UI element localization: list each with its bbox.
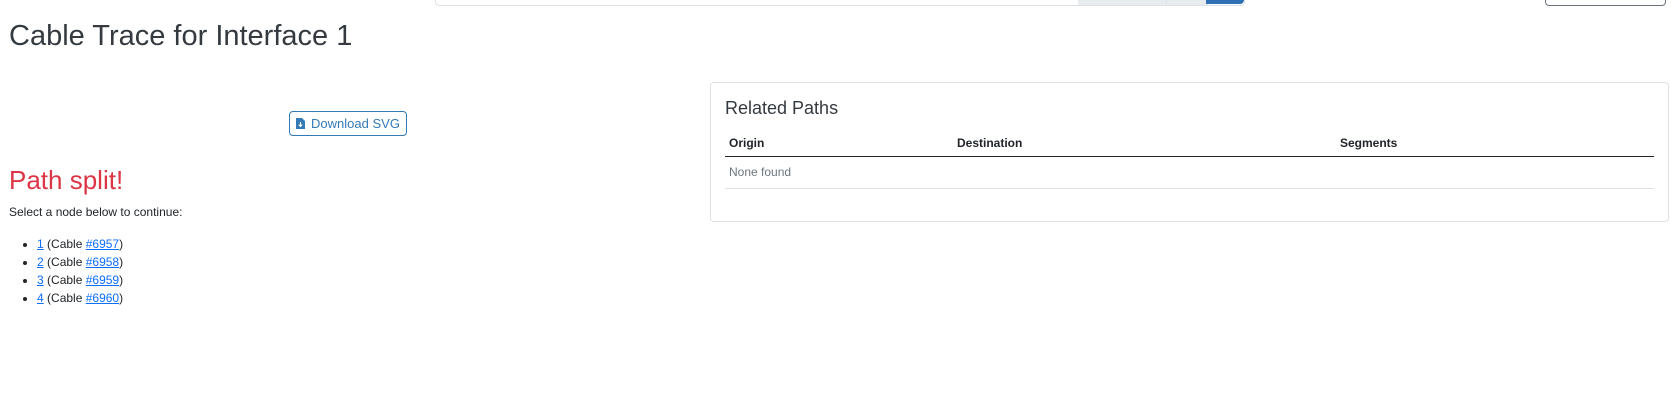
cable-link[interactable]: #6959 — [86, 273, 119, 287]
table-header-row: Origin Destination Segments — [725, 123, 1654, 157]
node-link[interactable]: 2 — [37, 255, 44, 269]
node-link[interactable]: 1 — [37, 237, 44, 251]
list-item: 4 (Cable #6960) — [37, 289, 123, 307]
column-header-segments: Segments — [1336, 123, 1654, 157]
cable-prefix: (Cable — [47, 255, 86, 269]
node-list: 1 (Cable #6957) 2 (Cable #6958) 3 (Cable… — [0, 235, 123, 307]
search-options-button[interactable] — [1166, 0, 1208, 6]
download-svg-button[interactable]: Download SVG — [289, 111, 407, 136]
page-title: Cable Trace for Interface 1 — [9, 20, 353, 52]
related-paths-table: Origin Destination Segments None found — [725, 123, 1654, 189]
list-item: 1 (Cable #6957) — [37, 235, 123, 253]
cable-link[interactable]: #6960 — [86, 291, 119, 305]
node-link[interactable]: 3 — [37, 273, 44, 287]
cable-link[interactable]: #6958 — [86, 255, 119, 269]
related-paths-panel: Related Paths Origin Destination Segment… — [710, 82, 1669, 222]
cable-suffix: ) — [119, 237, 124, 251]
download-svg-label: Download SVG — [311, 116, 400, 131]
path-split-heading: Path split! — [9, 165, 124, 195]
cable-prefix: (Cable — [47, 237, 86, 251]
user-menu-button[interactable] — [1545, 0, 1666, 6]
search-scope-button[interactable] — [1078, 0, 1166, 6]
cable-prefix: (Cable — [47, 273, 86, 287]
cable-suffix: ) — [119, 291, 124, 305]
cable-suffix: ) — [119, 273, 124, 287]
cable-suffix: ) — [119, 255, 124, 269]
list-item: 2 (Cable #6958) — [37, 253, 123, 271]
path-split-instruction: Select a node below to continue: — [9, 205, 183, 219]
cable-prefix: (Cable — [47, 291, 86, 305]
search-submit-button[interactable] — [1206, 0, 1244, 4]
column-header-origin: Origin — [725, 123, 953, 157]
empty-state-text: None found — [725, 156, 1654, 189]
list-item: 3 (Cable #6959) — [37, 271, 123, 289]
related-paths-title: Related Paths — [725, 98, 839, 118]
node-link[interactable]: 4 — [37, 291, 44, 305]
cable-link[interactable]: #6957 — [86, 237, 119, 251]
column-header-destination: Destination — [953, 123, 1336, 157]
table-row: None found — [725, 156, 1654, 189]
file-download-icon — [296, 118, 306, 129]
